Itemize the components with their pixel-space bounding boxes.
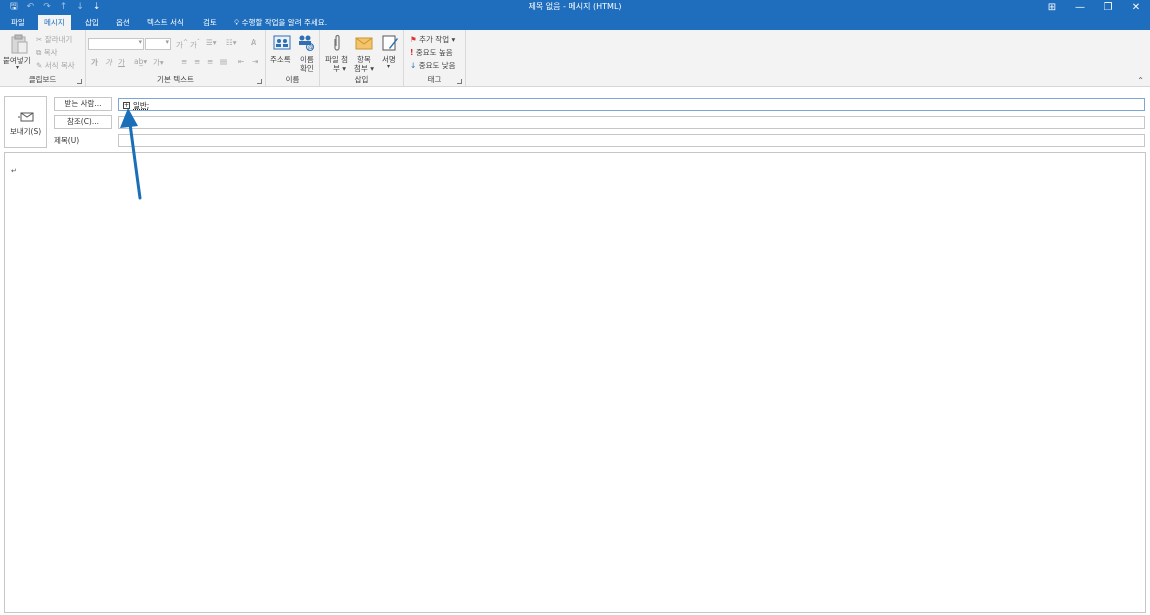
align-center-icon[interactable]: ≡ — [194, 57, 200, 66]
group-basic-text: 가^ 가ˇ ☰▾ ☷▾ A̷ 가 가 가 ab̲▾ 가▾ ≡ ≡ ≡ ▤ ⇤ ⇥… — [86, 30, 266, 87]
subject-field[interactable] — [118, 134, 1145, 147]
align-left-icon[interactable]: ≡ — [181, 57, 187, 66]
ribbon-tabs: 파일 메시지 삽입 옵션 텍스트 서식 검토 💡︎ 수행할 작업을 알려 주세요… — [0, 15, 1150, 30]
group-label-names: 이름 — [285, 75, 300, 84]
group-names: 주소록 @ 이름 확인 이름 — [266, 30, 320, 87]
high-importance-button[interactable]: ! 중요도 높음 — [410, 47, 453, 58]
attach-item-label-2[interactable]: 첨부 ▾ — [354, 63, 374, 74]
group-clipboard: 붙여넣기 ▾ ✂ 잘라내기 ⧉ 복사 ✎ 서식 복사 클립보드 — [0, 30, 86, 87]
to-recipient[interactable]: + 일반; — [123, 100, 149, 111]
to-field[interactable]: + 일반; — [118, 98, 1145, 111]
subject-label: 제목(U) — [54, 136, 80, 145]
address-book-button[interactable]: 주소록 — [270, 54, 291, 65]
check-names-label-2[interactable]: 확인 — [300, 63, 314, 74]
font-size-combo[interactable] — [145, 38, 171, 50]
align-right-icon[interactable]: ≡ — [207, 57, 213, 66]
ribbon: 붙여넣기 ▾ ✂ 잘라내기 ⧉ 복사 ✎ 서식 복사 클립보드 가^ 가ˇ ☰▾… — [0, 30, 1150, 87]
attach-item-icon[interactable] — [355, 35, 373, 50]
tab-message[interactable]: 메시지 — [38, 15, 71, 30]
group-insert: 파일 첨 부 ▾ 항목 첨부 ▾ 서명 ▾ 삽입 — [320, 30, 404, 87]
group-tags: ⚑ 추가 작업 ▾ ! 중요도 높음 ↓ 중요도 낮음 태그 — [404, 30, 466, 87]
copy-icon: ⧉ — [36, 48, 42, 57]
decrease-indent-icon[interactable]: ⇤ — [238, 57, 244, 66]
copy-button[interactable]: ⧉ 복사 — [36, 47, 58, 58]
exclamation-icon: ! — [410, 48, 414, 57]
signature-dropdown-icon[interactable]: ▾ — [387, 63, 390, 70]
signature-icon[interactable] — [381, 34, 399, 52]
message-body[interactable]: ↵ — [4, 152, 1146, 613]
tab-insert[interactable]: 삽입 — [79, 15, 105, 30]
font-color-button[interactable]: 가▾ — [153, 57, 164, 68]
lightbulb-icon: 💡︎ — [234, 18, 242, 27]
bullets-button[interactable]: ☰▾ — [206, 38, 217, 47]
down-arrow-icon: ↓ — [410, 61, 417, 70]
address-book-icon[interactable] — [273, 35, 291, 50]
tab-file[interactable]: 파일 — [5, 15, 31, 30]
check-names-icon[interactable]: @ — [297, 34, 315, 51]
restore-icon[interactable]: ❐ — [1094, 0, 1122, 15]
grow-font-button[interactable]: 가^ — [176, 39, 188, 51]
group-label-basic-text: 기본 텍스트 — [157, 75, 194, 84]
clear-format-icon[interactable]: A̷ — [251, 38, 256, 47]
numbering-button[interactable]: ☷▾ — [226, 38, 237, 47]
paragraph-mark: ↵ — [11, 167, 17, 175]
follow-up-button[interactable]: ⚑ 추가 작업 ▾ — [410, 34, 455, 45]
close-icon[interactable]: ✕ — [1122, 0, 1150, 15]
tell-me-box[interactable]: 💡︎ 수행할 작업을 알려 주세요. — [234, 15, 327, 30]
send-label: 보내기(S) — [9, 127, 42, 136]
group-label-tags: 태그 — [427, 75, 442, 84]
bold-button[interactable]: 가 — [91, 57, 98, 68]
group-label-insert: 삽입 — [354, 75, 369, 84]
send-envelope-icon — [18, 112, 34, 122]
expand-group-icon[interactable]: + — [123, 102, 130, 109]
to-button[interactable]: 받는 사람... — [54, 97, 112, 111]
svg-text:@: @ — [308, 45, 314, 52]
italic-button[interactable]: 가 — [105, 57, 112, 68]
window-title: 제목 없음 - 메시지 (HTML) — [528, 2, 622, 11]
basic-text-launcher[interactable] — [257, 79, 262, 84]
low-importance-button[interactable]: ↓ 중요도 낮음 — [410, 60, 456, 71]
shrink-font-button[interactable]: 가ˇ — [190, 39, 200, 51]
group-label-clipboard: 클립보드 — [28, 75, 57, 84]
paperclip-icon[interactable] — [332, 34, 342, 52]
minimize-icon[interactable]: — — [1066, 0, 1094, 15]
collapse-ribbon-icon[interactable]: ⌃ — [1137, 76, 1144, 85]
scissors-icon: ✂ — [36, 35, 43, 44]
underline-button[interactable]: 가 — [118, 57, 125, 68]
tags-launcher[interactable] — [457, 79, 462, 84]
format-painter-button[interactable]: ✎ 서식 복사 — [36, 60, 75, 71]
brush-icon: ✎ — [36, 61, 43, 70]
title-bar: 🖫 ↶ ↷ ↑ ↓ ⇣ 제목 없음 - 메시지 (HTML) ⊞ — ❐ ✕ — [0, 0, 1150, 15]
tab-options[interactable]: 옵션 — [110, 15, 136, 30]
ribbon-display-icon[interactable]: ⊞ — [1038, 0, 1066, 15]
tab-review[interactable]: 검토 — [197, 15, 223, 30]
send-button[interactable]: 보내기(S) — [4, 96, 47, 148]
clipboard-launcher[interactable] — [77, 79, 82, 84]
paste-icon[interactable] — [10, 34, 28, 54]
cc-field[interactable] — [118, 116, 1145, 129]
cut-button[interactable]: ✂ 잘라내기 — [36, 34, 72, 45]
flag-icon: ⚑ — [410, 35, 417, 44]
attach-file-label-2[interactable]: 부 ▾ — [333, 63, 346, 74]
justify-icon[interactable]: ▤ — [220, 57, 227, 66]
increase-indent-icon[interactable]: ⇥ — [252, 57, 258, 66]
cc-button[interactable]: 참조(C)... — [54, 115, 112, 129]
highlight-button[interactable]: ab̲▾ — [134, 57, 147, 66]
font-name-combo[interactable] — [88, 38, 144, 50]
tab-format-text[interactable]: 텍스트 서식 — [141, 15, 190, 30]
paste-dropdown-icon[interactable]: ▾ — [16, 64, 19, 71]
highlighter-icon: ab̲ — [134, 57, 144, 66]
